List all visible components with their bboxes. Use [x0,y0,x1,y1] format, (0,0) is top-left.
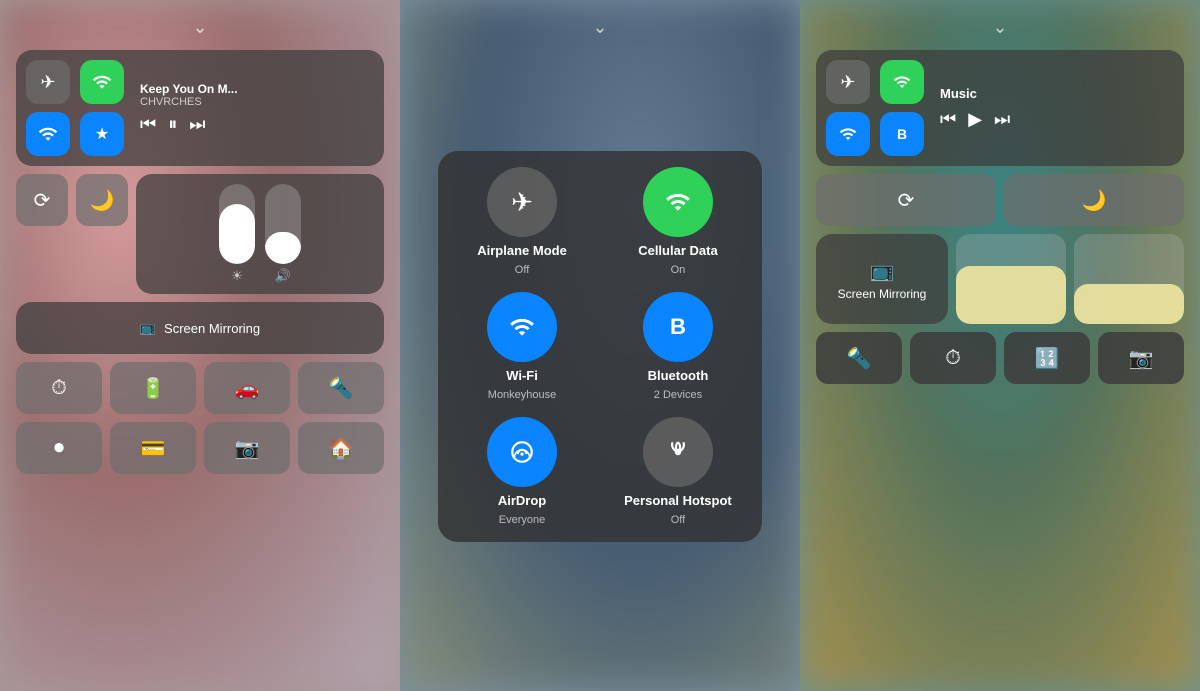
connectivity-toggles-1: ✈ ★ [26,60,126,156]
screen-mirror-label-3: Screen Mirroring [838,287,927,301]
rotation-lock-button-3[interactable]: ⟳ [816,174,996,226]
hotspot-sub-2: Off [671,514,685,526]
wifi-btn-2[interactable] [487,292,557,362]
sm-row-3: 📺 Screen Mirroring [816,234,1184,324]
cellular-button-1[interactable] [80,60,124,104]
row5-1: ⏺ 💳 📷 🏠 [16,422,384,474]
airdrop-label-2: AirDrop [498,493,546,508]
bluetooth-sub-2: 2 Devices [654,389,702,401]
airdrop-btn-2[interactable] [487,417,557,487]
panel-2: ⌄ ✈ Airplane Mode Off Cellular Data On [400,0,800,691]
timer-button-1[interactable]: ⏱ [16,362,102,414]
hotspot-item-2[interactable]: Personal Hotspot Off [610,417,746,526]
connectivity-grid-2: ✈ Airplane Mode Off Cellular Data On [454,167,746,526]
cellular-item-2[interactable]: Cellular Data On [610,167,746,276]
cellular-button-3[interactable] [880,60,924,104]
camera-button-1[interactable]: 📷 [204,422,290,474]
wifi-sub-2: Monkeyhouse [488,389,557,401]
chevron-icon-3[interactable]: ⌄ [992,18,1007,36]
hotspot-label-2: Personal Hotspot [624,493,732,508]
hotspot-btn-2[interactable] [643,417,713,487]
music-player-1: Keep You On M... CHVRCHES ⏮ ⏸ ⏭ [134,60,374,156]
brightness-slider-1[interactable] [219,184,255,264]
bluetooth-item-2[interactable]: B Bluetooth 2 Devices [610,292,746,401]
do-not-disturb-button-3[interactable]: 🌙 [1004,174,1184,226]
airdrop-sub-2: Everyone [499,514,545,526]
connectivity-card-2: ✈ Airplane Mode Off Cellular Data On [438,151,762,542]
brightness-slider-3[interactable] [956,234,1066,324]
music-controls-3: ⏮ ▶ ⏭ [940,109,1174,130]
music-controls-1: ⏮ ⏸ ⏭ [140,114,374,135]
screen-mirror-button-3[interactable]: 📺 Screen Mirroring [816,234,948,324]
wifi-item-2[interactable]: Wi-Fi Monkeyhouse [454,292,590,401]
screen-mirror-button-1[interactable]: 📺 Screen Mirroring [16,302,384,354]
music-title-3: Music [940,86,1174,101]
bluetooth-btn-2[interactable]: B [643,292,713,362]
pause-button-1[interactable]: ⏸ [168,114,177,135]
rotation-lock-button-1[interactable]: ⟳ [16,174,68,226]
music-title-1: Keep You On M... [140,82,270,96]
music-player-3: Music ⏮ ▶ ⏭ [934,60,1174,156]
screen-mirror-card-1: 📺 Screen Mirroring [16,302,384,354]
battery-button-1[interactable]: 🔋 [110,362,196,414]
top-card-1: ✈ ★ Keep You On M... CHVRCHES ⏮ ⏸ ⏭ [16,50,384,166]
row2-3: ⟳ 🌙 [816,174,1184,226]
screen-mirror-icon-1: 📺 [140,320,156,336]
airplane-mode-btn-2[interactable]: ✈ [487,167,557,237]
music-artist-1: CHVRCHES [140,96,374,108]
wallet-button-1[interactable]: 💳 [110,422,196,474]
airplane-mode-button-1[interactable]: ✈ [26,60,70,104]
wifi-label-2: Wi-Fi [506,368,538,383]
chevron-icon-1[interactable]: ⌄ [192,18,207,36]
timer-button-3[interactable]: ⏱ [910,332,996,384]
camera-button-3[interactable]: 📷 [1098,332,1184,384]
carplay-button-1[interactable]: 🚗 [204,362,290,414]
airplane-mode-item-2[interactable]: ✈ Airplane Mode Off [454,167,590,276]
prev-button-1[interactable]: ⏮ [140,114,156,135]
row4-3: 🔦 ⏱ 🔢 📷 [816,332,1184,384]
panel-3: ⌄ ✈ B Music ⏮ ▶ ⏭ [800,0,1200,691]
next-button-3[interactable]: ⏭ [994,109,1010,130]
sliders-card-1: ☀ 🔊 [136,174,384,294]
connectivity-toggles-3: ✈ B [826,60,926,156]
chevron-icon-2[interactable]: ⌄ [592,18,607,36]
flashlight-button-1[interactable]: 🔦 [298,362,384,414]
airplane-mode-label-2: Airplane Mode [477,243,567,258]
cellular-btn-2[interactable] [643,167,713,237]
bluetooth-button-1[interactable]: ★ [80,112,124,156]
do-not-disturb-button-1[interactable]: 🌙 [76,174,128,226]
volume-slider-1[interactable] [265,184,301,264]
airdrop-item-2[interactable]: AirDrop Everyone [454,417,590,526]
screen-mirror-label-1: Screen Mirroring [164,321,260,336]
screen-mirror-icon-3: 📺 [870,258,895,283]
wifi-button-1[interactable] [26,112,70,156]
calculator-button-3[interactable]: 🔢 [1004,332,1090,384]
top-card-3: ✈ B Music ⏮ ▶ ⏭ [816,50,1184,166]
record-button-1[interactable]: ⏺ [16,422,102,474]
play-button-3[interactable]: ▶ [968,109,982,130]
cellular-sub-2: On [671,264,686,276]
flashlight-button-3[interactable]: 🔦 [816,332,902,384]
next-button-1[interactable]: ⏭ [189,114,205,135]
wifi-button-3[interactable] [826,112,870,156]
airplane-mode-button-3[interactable]: ✈ [826,60,870,104]
row4-1: ⏱ 🔋 🚗 🔦 [16,362,384,414]
volume-slider-3[interactable] [1074,234,1184,324]
airplane-mode-sub-2: Off [515,264,529,276]
prev-button-3[interactable]: ⏮ [940,109,956,130]
home-button-1[interactable]: 🏠 [298,422,384,474]
cellular-label-2: Cellular Data [638,243,717,258]
bluetooth-label-2: Bluetooth [648,368,709,383]
panel-1: ⌄ ✈ ★ Keep You On M... CHVRCHES ⏮ ⏸ ⏭ [0,0,400,691]
bluetooth-button-3[interactable]: B [880,112,924,156]
